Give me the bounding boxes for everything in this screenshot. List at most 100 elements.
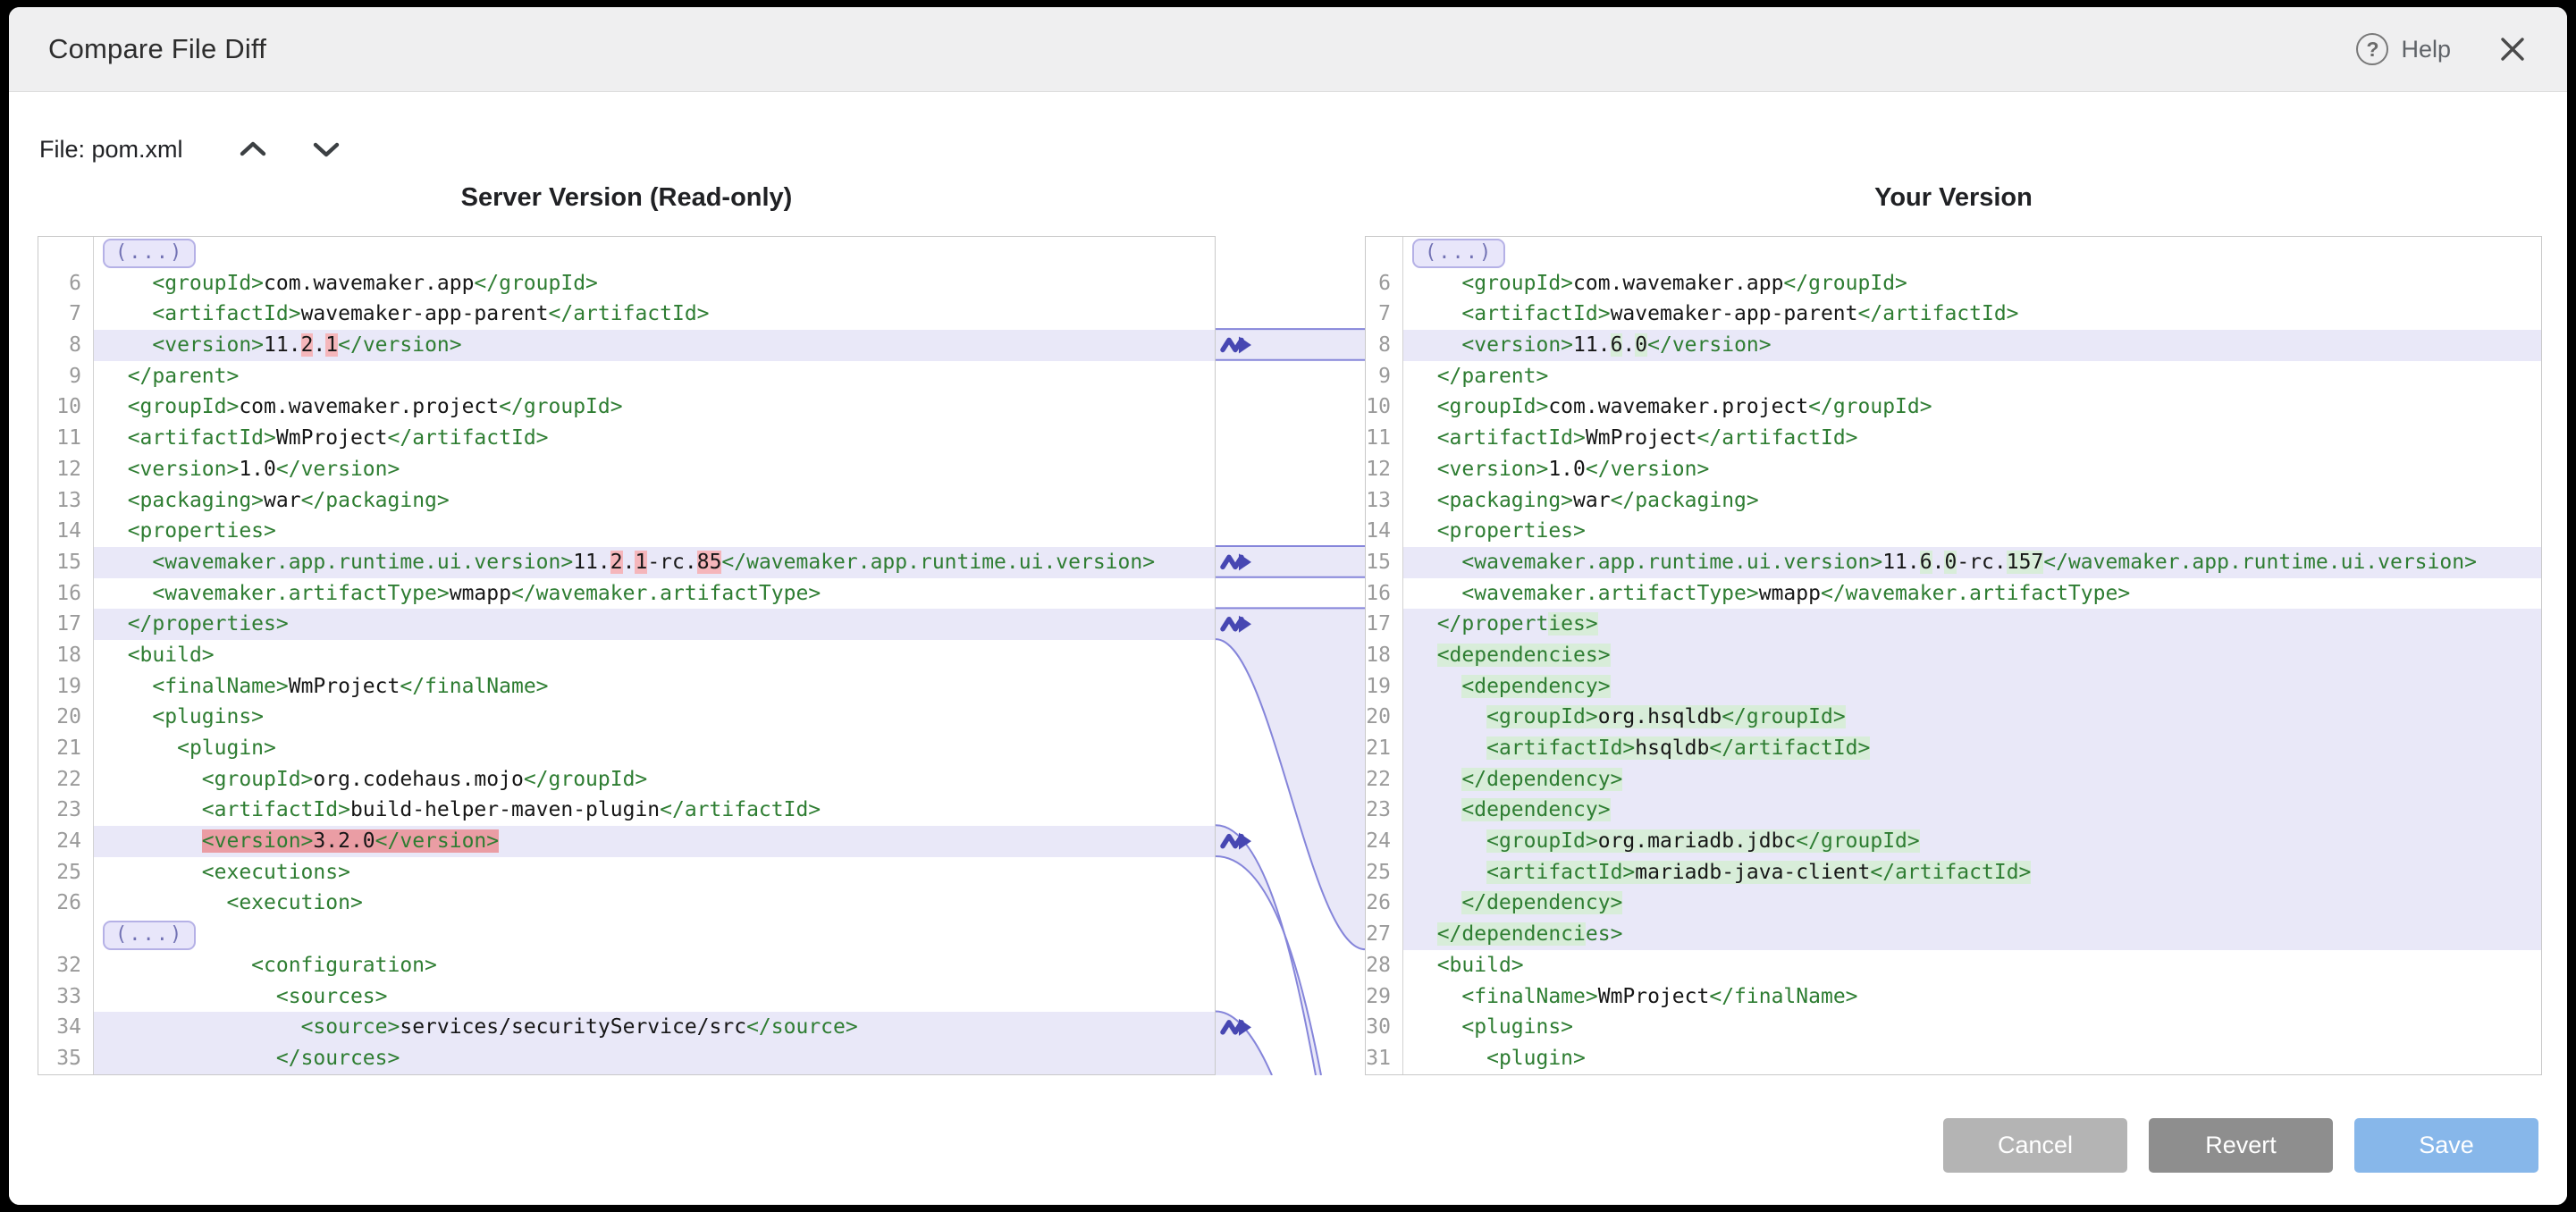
code-line: <wavemaker.artifactType>wmapp</wavemaker…	[1403, 578, 2541, 610]
line-number: 29	[1366, 981, 1403, 1013]
code-line: <artifactId>hsqldb</artifactId>	[1403, 733, 2541, 764]
line-number: 34	[38, 1012, 94, 1043]
code-line: <artifactId>wavemaker-app-parent</artifa…	[94, 299, 1215, 330]
code-row: 24 <version>3.2.0</version>	[38, 826, 1215, 857]
code-line: <finalName>WmProject</finalName>	[1403, 981, 2541, 1013]
close-button[interactable]	[2497, 34, 2528, 64]
code-line: <dependency>	[1403, 795, 2541, 826]
line-number: 11	[38, 423, 94, 454]
next-diff-button[interactable]	[308, 139, 344, 160]
code-line: <packaging>war</packaging>	[94, 485, 1215, 517]
code-row: 7 <artifactId>wavemaker-app-parent</arti…	[1366, 299, 2541, 330]
code-line: <groupId>com.wavemaker.project</groupId>	[1403, 391, 2541, 423]
code-line: <version>11.6.0</version>	[1403, 330, 2541, 361]
line-number: 10	[1366, 391, 1403, 423]
code-row: 17 </properties>	[1366, 609, 2541, 640]
line-number: 14	[38, 516, 94, 547]
line-number: 20	[1366, 702, 1403, 733]
line-number: 25	[1366, 857, 1403, 888]
code-line: <wavemaker.artifactType>wmapp</wavemaker…	[94, 578, 1215, 610]
save-button[interactable]: Save	[2354, 1118, 2538, 1173]
collapsed-region: (...)	[1403, 237, 2541, 268]
code-row: 26 </dependency>	[1366, 888, 2541, 919]
code-line: <wavemaker.app.runtime.ui.version>11.6.0…	[1403, 547, 2541, 578]
code-row: 6 <groupId>com.wavemaker.app</groupId>	[38, 268, 1215, 299]
code-line: <dependencies>	[1403, 640, 2541, 671]
code-line: <build>	[94, 640, 1215, 671]
code-line: <groupId>org.mariadb.jdbc</groupId>	[1403, 826, 2541, 857]
code-line: <properties>	[94, 516, 1215, 547]
cancel-button[interactable]: Cancel	[1943, 1118, 2127, 1173]
line-number: 25	[38, 857, 94, 888]
line-number: 17	[38, 609, 94, 640]
line-number: 7	[1366, 299, 1403, 330]
code-row: (...)	[1366, 237, 2541, 268]
help-icon: ?	[2356, 33, 2388, 65]
code-line: <artifactId>wavemaker-app-parent</artifa…	[1403, 299, 2541, 330]
collapsed-region: (...)	[94, 237, 1215, 268]
code-row: 15 <wavemaker.app.runtime.ui.version>11.…	[38, 547, 1215, 578]
code-row: 24 <groupId>org.mariadb.jdbc</groupId>	[1366, 826, 2541, 857]
code-line: <artifactId>WmProject</artifactId>	[1403, 423, 2541, 454]
line-number: 15	[38, 547, 94, 578]
code-row: 18 <build>	[38, 640, 1215, 671]
line-number: 12	[38, 454, 94, 485]
code-row: 22 <groupId>org.codehaus.mojo</groupId>	[38, 764, 1215, 795]
code-row: 27 </dependencies>	[1366, 919, 2541, 950]
code-line: <plugin>	[94, 733, 1215, 764]
code-line: </properties>	[94, 609, 1215, 640]
line-number: 21	[1366, 733, 1403, 764]
code-line: <version>3.2.0</version>	[94, 826, 1215, 857]
code-row: 16 <wavemaker.artifactType>wmapp</wavema…	[1366, 578, 2541, 610]
line-number: 12	[1366, 454, 1403, 485]
code-row: 13 <packaging>war</packaging>	[1366, 485, 2541, 517]
line-number: 13	[38, 485, 94, 517]
code-line: </dependencies>	[1403, 919, 2541, 950]
code-row: 26 <execution>	[38, 888, 1215, 919]
code-row: 17 </properties>	[38, 609, 1215, 640]
code-line: <plugin>	[1403, 1043, 2541, 1074]
line-number	[1366, 237, 1403, 268]
line-number: 9	[38, 361, 94, 392]
line-number: 24	[38, 826, 94, 857]
code-line: </sources>	[94, 1043, 1215, 1074]
dialog-title: Compare File Diff	[48, 33, 266, 65]
previous-diff-button[interactable]	[235, 139, 271, 160]
line-number: 23	[1366, 795, 1403, 826]
code-row: 11 <artifactId>WmProject</artifactId>	[38, 423, 1215, 454]
code-row: 21 <artifactId>hsqldb</artifactId>	[1366, 733, 2541, 764]
server-version-pane[interactable]: (...)6 <groupId>com.wavemaker.app</group…	[38, 236, 1216, 1075]
line-number: 16	[38, 578, 94, 610]
line-number: 26	[38, 888, 94, 919]
your-version-pane[interactable]: (...)6 <groupId>com.wavemaker.app</group…	[1365, 236, 2542, 1075]
right-pane-header: Your Version	[1365, 183, 2542, 213]
code-row: 22 </dependency>	[1366, 764, 2541, 795]
line-number: 19	[1366, 671, 1403, 703]
code-line: </parent>	[1403, 361, 2541, 392]
line-number: 32	[38, 950, 94, 981]
code-row: 10 <groupId>com.wavemaker.project</group…	[38, 391, 1215, 423]
line-number: 24	[1366, 826, 1403, 857]
dialog-footer: Cancel Revert Save	[9, 1118, 2567, 1173]
code-line: <artifactId>WmProject</artifactId>	[94, 423, 1215, 454]
collapsed-region-chip[interactable]: (...)	[1412, 239, 1505, 268]
code-row: 23 <dependency>	[1366, 795, 2541, 826]
code-line: <groupId>com.wavemaker.app</groupId>	[1403, 268, 2541, 299]
code-row: 33 <sources>	[38, 981, 1215, 1013]
code-row: 19 <dependency>	[1366, 671, 2541, 703]
code-line: <plugins>	[1403, 1012, 2541, 1043]
code-row: 35 </sources>	[38, 1043, 1215, 1074]
code-row: 20 <plugins>	[38, 702, 1215, 733]
code-line: <sources>	[94, 981, 1215, 1013]
help-button[interactable]: ? Help	[2356, 33, 2451, 65]
code-row: 29 <finalName>WmProject</finalName>	[1366, 981, 2541, 1013]
line-number: 8	[1366, 330, 1403, 361]
collapsed-region-chip[interactable]: (...)	[103, 239, 196, 268]
code-line: <artifactId>build-helper-maven-plugin</a…	[94, 795, 1215, 826]
code-line: </properties>	[1403, 609, 2541, 640]
revert-button[interactable]: Revert	[2149, 1118, 2333, 1173]
code-row: 8 <version>11.2.1</version>	[38, 330, 1215, 361]
line-number	[38, 237, 94, 268]
code-row: 28 <build>	[1366, 950, 2541, 981]
collapsed-region-chip[interactable]: (...)	[103, 921, 196, 950]
